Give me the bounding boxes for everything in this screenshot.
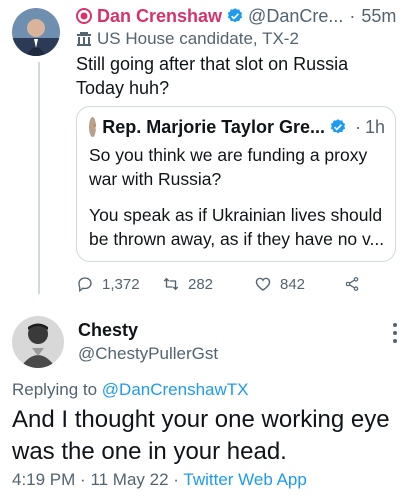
tweet1-handle[interactable]: @DanCre... (248, 6, 343, 27)
tweet1-label-text: US House candidate, TX-2 (97, 29, 299, 48)
replying-prefix: Replying to (12, 380, 98, 399)
tweet1-header: Dan Crenshaw @DanCre... · 55m (76, 4, 402, 28)
quoted-author-name: Rep. Marjorie Taylor Gre... (102, 116, 325, 137)
like-button[interactable]: 842 (254, 275, 340, 293)
reply-icon (78, 277, 92, 293)
thread-connector-line (38, 62, 40, 294)
quoted-tweet-header: Rep. Marjorie Taylor Gre... · 1h (89, 115, 385, 139)
verified-icon (226, 7, 244, 25)
quoted-paragraph-2: You speak as if Ukrainian lives should b… (89, 205, 385, 249)
tweet1-time[interactable]: 55m (361, 6, 396, 27)
quoted-time: 1h (364, 116, 385, 137)
tweet1-text: Still going after that slot on Russia To… (76, 54, 349, 98)
retweet-count: 282 (188, 275, 214, 293)
tweet2-text: And I thought your one working eye was t… (12, 406, 390, 465)
share-button[interactable] (344, 275, 368, 293)
tweet2-meta: 4:19 PM · 11 May 22 · Twitter Web App (12, 470, 307, 490)
dot-separator: · (80, 470, 91, 489)
tweet2-source-link[interactable]: Twitter Web App (183, 470, 306, 489)
tweet2-handle[interactable]: @ChestyPullerGst (78, 344, 218, 364)
dot-separator: · (349, 5, 356, 26)
tweet2-time[interactable]: 4:19 PM (12, 470, 75, 489)
reply-count: 1,372 (102, 275, 140, 293)
reply-button[interactable]: 1,372 (76, 275, 156, 293)
dot-separator: · (173, 470, 184, 489)
retweet-icon (163, 277, 179, 291)
tweet1-author-name[interactable]: Dan Crenshaw (97, 6, 222, 27)
quoted-paragraph-1: So you think we are funding a proxy war … (89, 145, 368, 189)
like-icon (255, 277, 271, 291)
replying-handle-link[interactable]: @DanCrenshawTX (102, 380, 249, 399)
quoted-tweet-card[interactable]: Rep. Marjorie Taylor Gre... · 1h So you … (76, 106, 396, 262)
more-options-icon[interactable] (392, 322, 398, 344)
government-building-icon (76, 31, 92, 47)
avatar-dan-crenshaw[interactable] (12, 8, 60, 56)
tweet1-candidate-label: US House candidate, TX-2 (76, 28, 299, 50)
tweet2-date[interactable]: 11 May 22 (90, 470, 168, 489)
retweet-button[interactable]: 282 (162, 275, 248, 293)
replying-to: Replying to @DanCrenshawTX (12, 380, 249, 400)
quoted-tweet-text: So you think we are funding a proxy war … (89, 143, 389, 263)
avatar-chesty[interactable] (12, 316, 64, 368)
share-icon (345, 277, 359, 291)
avatar-marjorie-taylor-greene (89, 117, 97, 137)
record-icon (76, 8, 92, 24)
dot-separator: · (354, 116, 361, 137)
tweet2-author-name[interactable]: Chesty (78, 320, 138, 341)
tweet1-action-bar: 1,372 282 842 (76, 272, 376, 296)
like-count: 842 (280, 275, 306, 293)
verified-icon (329, 118, 347, 136)
